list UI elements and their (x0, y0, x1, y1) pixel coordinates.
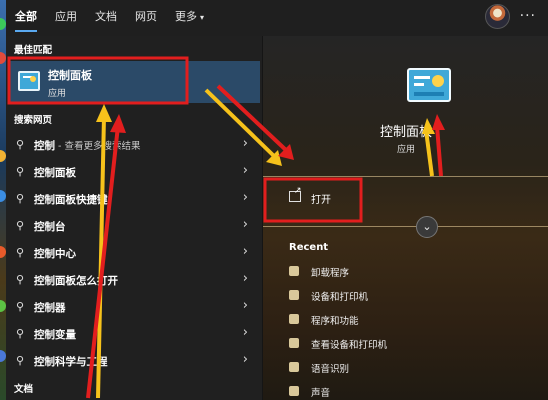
web-result-item[interactable]: ⚲ 控制变量 › (6, 321, 262, 347)
best-match-name: 控制面板 (48, 69, 92, 82)
web-result-label: 控制面板 (34, 167, 76, 179)
web-result-item[interactable]: ⚲ 控制面板快捷键 › (6, 186, 262, 212)
search-icon: ⚲ (16, 354, 25, 367)
search-icon: ⚲ (16, 246, 25, 259)
tab-apps[interactable]: 应用 (46, 0, 86, 36)
microphone-icon (289, 362, 299, 372)
web-result-item[interactable]: ⚲ 控制面板 › (6, 159, 262, 185)
tab-web[interactable]: 网页 (126, 0, 166, 36)
web-result-label: 控制科学与工程 (34, 356, 108, 368)
recent-item[interactable]: 卸载程序 (289, 262, 529, 282)
recent-item-label: 卸载程序 (311, 268, 350, 279)
more-options-icon[interactable]: ··· (520, 8, 536, 24)
open-icon (289, 186, 302, 202)
web-result-label: 控制中心 (34, 248, 76, 260)
web-result-item[interactable]: ⚲ 控制面板怎么打开 › (6, 267, 262, 293)
speaker-icon (289, 386, 299, 396)
windows-search-window: 全部 应用 文档 网页 更多 ▾ ··· 最佳匹配 控制面板 应用 搜索网页 ⚲ … (0, 0, 548, 400)
recent-item[interactable]: 程序和功能 (289, 310, 529, 330)
chevron-right-icon[interactable]: › (243, 298, 248, 313)
web-result-item[interactable]: ⚲ 控制 - 查看更多搜索结果 › (6, 132, 262, 158)
open-button-label: 打开 (311, 195, 331, 206)
recent-item-label: 设备和打印机 (311, 292, 369, 303)
web-result-item[interactable]: ⚲ 控制台 › (6, 213, 262, 239)
web-result-label: 控制面板快捷键 (34, 194, 108, 206)
divider (263, 176, 548, 177)
search-icon: ⚲ (16, 138, 25, 151)
recent-item-label: 程序和功能 (311, 316, 359, 327)
web-result-label: 控制变量 (34, 329, 76, 341)
web-result-label: 控制器 (34, 302, 66, 314)
web-result-label: 控制台 (34, 221, 66, 233)
web-search-heading: 搜索网页 (14, 115, 53, 126)
chevron-right-icon[interactable]: › (243, 163, 248, 178)
chevron-right-icon[interactable]: › (243, 325, 248, 340)
search-icon: ⚲ (16, 300, 25, 313)
web-result-item[interactable]: ⚲ 控制中心 › (6, 240, 262, 266)
divider (263, 226, 548, 227)
tab-all[interactable]: 全部 (6, 0, 46, 36)
search-icon: ⚲ (16, 192, 25, 205)
tab-more[interactable]: 更多 ▾ (166, 0, 213, 36)
recent-item-label: 声音 (311, 388, 331, 399)
chevron-right-icon[interactable]: › (243, 271, 248, 286)
best-match-item[interactable]: 控制面板 应用 (8, 61, 260, 103)
tab-more-label: 更多 (175, 10, 197, 23)
chevron-down-icon: ▾ (200, 13, 205, 22)
tab-documents[interactable]: 文档 (86, 0, 126, 36)
recent-item[interactable]: 声音 (289, 382, 529, 400)
chevron-right-icon[interactable]: › (243, 190, 248, 205)
search-icon: ⚲ (16, 219, 25, 232)
web-result-item[interactable]: ⚲ 控制器 › (6, 294, 262, 320)
open-button[interactable]: 打开 (267, 179, 363, 219)
detail-subtitle: 应用 (396, 145, 415, 155)
avatar[interactable] (485, 4, 510, 29)
best-match-type: 应用 (48, 89, 67, 99)
chevron-right-icon[interactable]: › (243, 136, 248, 151)
chevron-right-icon[interactable]: › (243, 217, 248, 232)
recent-item-label: 语音识别 (311, 364, 350, 375)
recent-item-label: 查看设备和打印机 (311, 340, 388, 351)
printer-icon (289, 338, 299, 348)
web-result-item[interactable]: ⚲ 控制科学与工程 › (6, 348, 262, 374)
chevron-down-icon[interactable]: ⌄ (416, 216, 438, 238)
chevron-right-icon[interactable]: › (243, 352, 248, 367)
web-result-label: 控制面板怎么打开 (34, 275, 118, 287)
control-panel-icon (18, 71, 40, 91)
programs-icon (289, 314, 299, 324)
results-panel: 最佳匹配 控制面板 应用 搜索网页 ⚲ 控制 - 查看更多搜索结果 › ⚲ 控制… (6, 36, 262, 400)
search-tab-bar: 全部 应用 文档 网页 更多 ▾ ··· (6, 0, 548, 36)
control-panel-item-icon (289, 266, 299, 276)
printer-icon (289, 290, 299, 300)
web-result-label: 控制 - 查看更多搜索结果 (34, 140, 141, 152)
search-icon: ⚲ (16, 165, 25, 178)
best-match-heading: 最佳匹配 (14, 45, 53, 56)
documents-heading: 文档 (14, 384, 34, 395)
detail-panel: 控制面板 应用 打开 ⌄ Recent 卸载程序 设备和打印机 程序和功能 查看… (262, 36, 548, 400)
recent-item[interactable]: 查看设备和打印机 (289, 334, 529, 354)
recent-item[interactable]: 语音识别 (289, 358, 529, 378)
recent-item[interactable]: 设备和打印机 (289, 286, 529, 306)
search-icon: ⚲ (16, 327, 25, 340)
control-panel-icon (407, 68, 451, 102)
recent-heading: Recent (289, 242, 329, 253)
search-icon: ⚲ (16, 273, 25, 286)
chevron-right-icon[interactable]: › (243, 244, 248, 259)
detail-title: 控制面板 (379, 125, 432, 140)
